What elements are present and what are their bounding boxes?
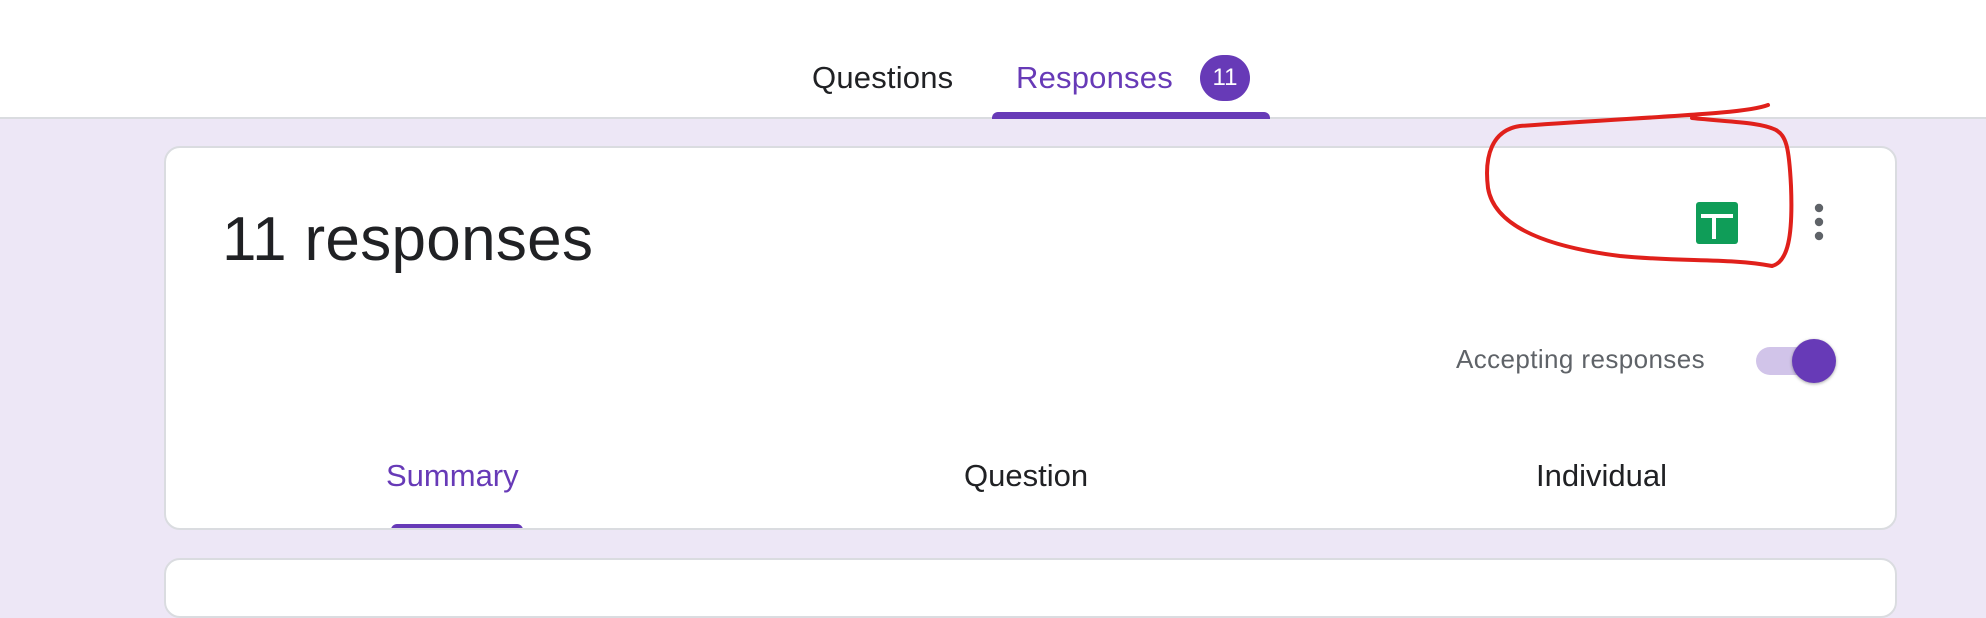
toggle-thumb — [1792, 339, 1836, 383]
accepting-responses-toggle[interactable] — [1756, 334, 1836, 383]
next-card — [164, 558, 1897, 618]
responses-count-badge: 11 — [1200, 55, 1250, 101]
tab-summary[interactable]: Summary — [386, 456, 519, 496]
tab-question[interactable]: Question — [964, 456, 1088, 496]
tab-questions[interactable]: Questions — [812, 58, 953, 98]
tab-individual[interactable]: Individual — [1536, 456, 1667, 496]
more-vert-icon[interactable] — [1806, 200, 1832, 244]
summary-tab-indicator — [391, 524, 523, 528]
google-sheets-icon[interactable] — [1696, 202, 1738, 244]
responses-count-title: 11 responses — [222, 205, 594, 274]
accepting-responses-label: Accepting responses — [1456, 344, 1705, 374]
active-tab-indicator — [992, 112, 1270, 119]
top-tab-bar: Questions Responses 11 — [0, 0, 1986, 119]
responses-summary-card: 11 responses Accepting responses Summary… — [164, 146, 1897, 530]
tab-responses[interactable]: Responses — [1016, 58, 1173, 98]
